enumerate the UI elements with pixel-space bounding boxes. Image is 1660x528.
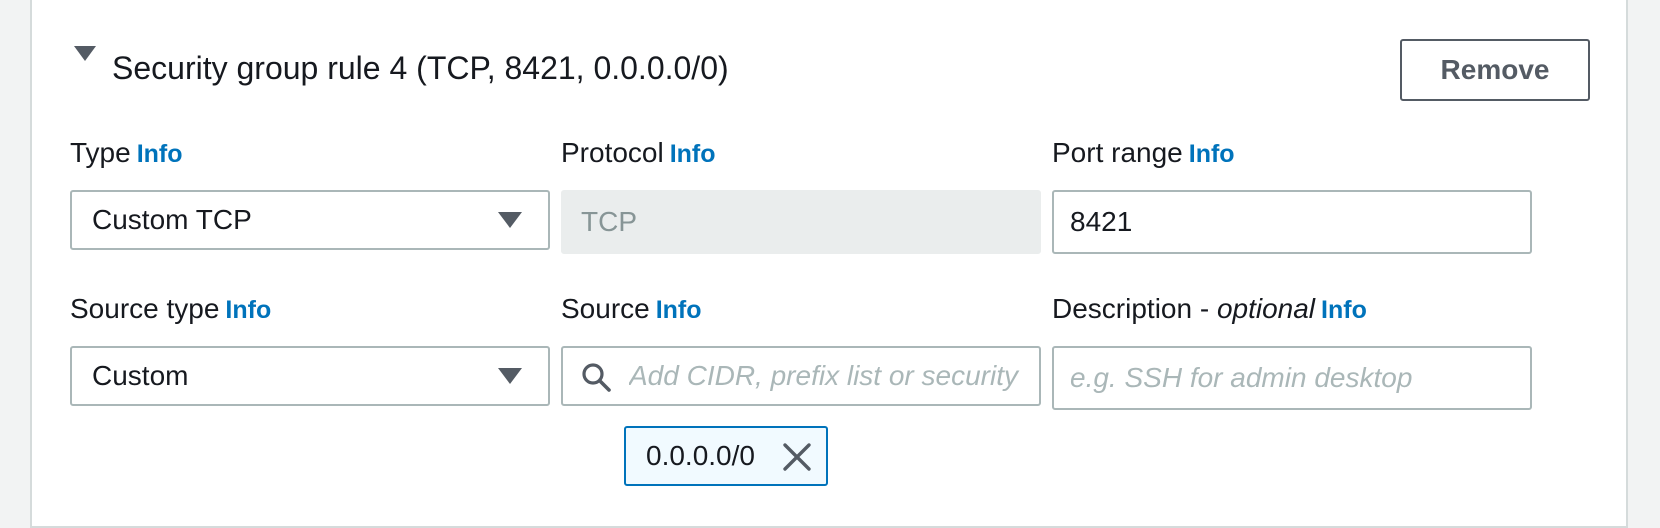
type-info-link[interactable]: Info xyxy=(137,140,183,168)
protocol-label-text: Protocol xyxy=(561,137,664,168)
protocol-info-link[interactable]: Info xyxy=(670,140,716,168)
type-select-value: Custom TCP xyxy=(92,204,252,235)
source-type-select[interactable]: Custom xyxy=(70,346,550,406)
port-range-label-text: Port range xyxy=(1052,137,1183,168)
type-select[interactable]: Custom TCP xyxy=(70,190,550,250)
chevron-down-icon xyxy=(498,212,522,228)
type-label-text: Type xyxy=(70,137,131,168)
security-group-rule-panel: Security group rule 4 (TCP, 8421, 0.0.0.… xyxy=(30,0,1628,528)
port-range-label: Port range Info xyxy=(1052,136,1235,171)
source-label-text: Source xyxy=(561,293,650,324)
description-field[interactable] xyxy=(1052,346,1532,410)
source-info-link[interactable]: Info xyxy=(656,296,702,324)
source-input[interactable] xyxy=(563,360,1039,392)
description-label-text: Description - xyxy=(1052,293,1217,324)
source-type-info-link[interactable]: Info xyxy=(225,296,271,324)
search-icon xyxy=(582,363,611,392)
close-icon[interactable] xyxy=(780,440,814,474)
description-label: Description - optional Info xyxy=(1052,292,1367,327)
source-token: 0.0.0.0/0 xyxy=(624,426,828,486)
caret-down-icon[interactable] xyxy=(74,46,96,61)
rule-title: Security group rule 4 (TCP, 8421, 0.0.0.… xyxy=(112,50,729,86)
description-optional-text: optional xyxy=(1216,293,1316,324)
description-input[interactable] xyxy=(1054,362,1530,394)
protocol-value: TCP xyxy=(581,206,637,237)
source-search-field[interactable] xyxy=(561,346,1041,406)
port-range-input[interactable] xyxy=(1054,206,1530,238)
chevron-down-icon xyxy=(498,368,522,384)
source-type-select-value: Custom xyxy=(92,360,189,391)
protocol-label: Protocol Info xyxy=(561,136,716,171)
description-info-link[interactable]: Info xyxy=(1321,296,1367,324)
source-label: Source Info xyxy=(561,292,702,327)
source-type-label: Source type Info xyxy=(70,292,271,327)
source-type-label-text: Source type xyxy=(70,293,220,324)
remove-button[interactable]: Remove xyxy=(1400,39,1590,101)
protocol-field: TCP xyxy=(561,190,1041,254)
source-token-label: 0.0.0.0/0 xyxy=(646,440,755,471)
type-label: Type Info xyxy=(70,136,183,171)
port-range-info-link[interactable]: Info xyxy=(1189,140,1235,168)
port-range-field[interactable] xyxy=(1052,190,1532,254)
